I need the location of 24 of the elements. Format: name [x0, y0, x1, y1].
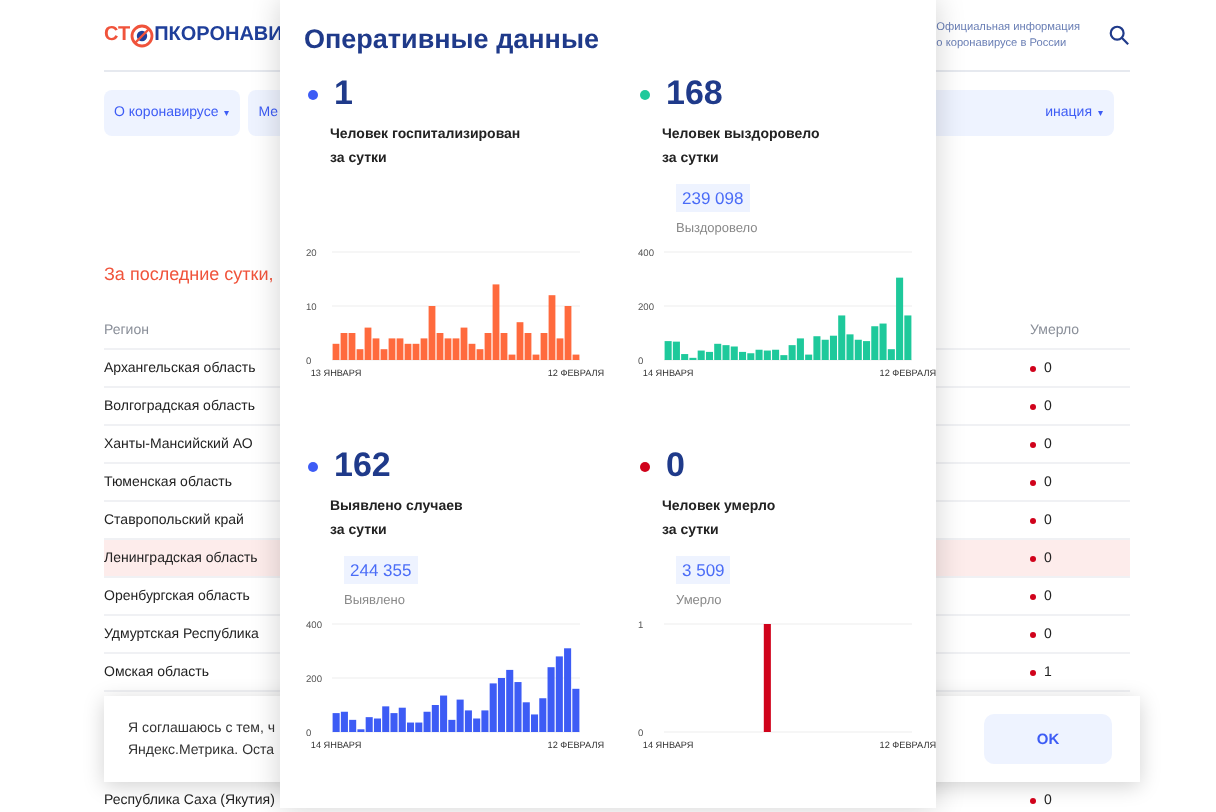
- status-dot: [1030, 631, 1036, 637]
- search-icon[interactable]: [1108, 24, 1130, 46]
- total-value: 3 509: [676, 556, 731, 584]
- status-dot: [1030, 797, 1036, 803]
- virus-logo-icon: [130, 23, 155, 47]
- status-dot: [1030, 441, 1036, 447]
- section-heading: За последние сутки,: [104, 264, 276, 284]
- logo-text: СТ: [104, 24, 131, 46]
- status-dot: [1030, 517, 1036, 523]
- stat-value: 1: [334, 74, 353, 114]
- total-value: 239 098: [676, 184, 750, 212]
- status-dot: [1030, 593, 1036, 599]
- status-dot: [1030, 479, 1036, 485]
- status-dot: [1030, 555, 1036, 561]
- status-dot: [1030, 403, 1036, 409]
- stat-value: 0: [666, 446, 685, 486]
- total-value: 244 355: [344, 556, 418, 584]
- logo-text: ПКОРОНАВИ: [154, 24, 283, 46]
- status-dot: [1030, 669, 1036, 675]
- stat-value: 168: [666, 74, 723, 114]
- stat-value: 162: [334, 446, 391, 486]
- bar: [763, 624, 771, 732]
- status-dot: [1030, 365, 1036, 371]
- modal-title: Оперативные данные: [304, 24, 601, 54]
